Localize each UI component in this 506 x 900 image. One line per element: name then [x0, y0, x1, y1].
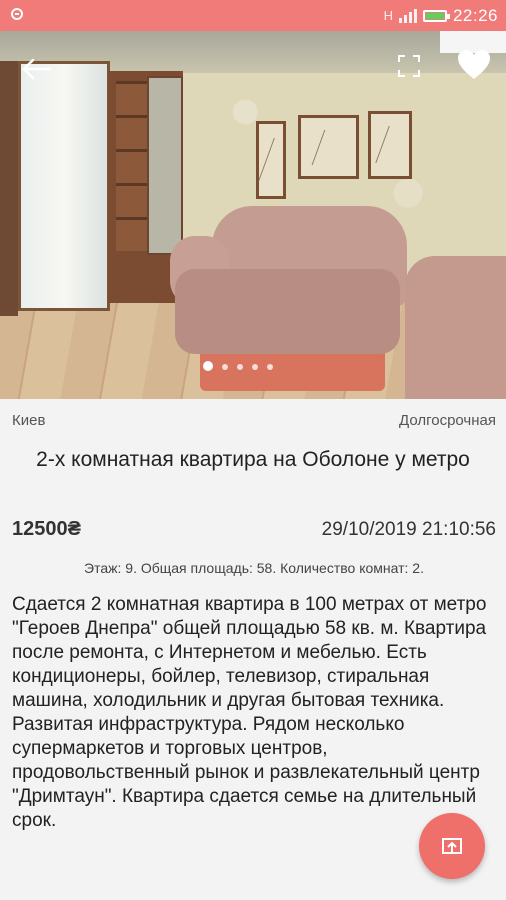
listing-title: 2-х комнатная квартира на Оболоне у метр…: [36, 448, 470, 471]
status-indicators: H 22:26: [384, 0, 498, 31]
gallery-dot[interactable]: [203, 361, 213, 371]
price: 12500₴: [12, 518, 81, 540]
listing-details: Этаж: 9. Общая площадь: 58. Количество к…: [84, 560, 424, 576]
heart-icon[interactable]: [457, 49, 491, 81]
back-arrow-icon[interactable]: [20, 57, 52, 81]
photo-frame: [368, 111, 412, 179]
photo-frame: [298, 115, 359, 179]
listing-photo[interactable]: [0, 31, 506, 399]
listing-description: Сдается 2 комнатная квартира в 100 метра…: [12, 594, 487, 831]
photo-sofa-seat: [175, 269, 400, 354]
city-label: Киев: [12, 412, 46, 429]
share-button[interactable]: [419, 813, 485, 879]
share-icon: [442, 838, 462, 854]
gallery-dot[interactable]: [237, 364, 243, 370]
publish-date: 29/10/2019 21:10:56: [321, 519, 496, 540]
fullscreen-icon[interactable]: [398, 55, 420, 77]
clock: 22:26: [452, 5, 498, 25]
photo-shelf: [0, 61, 18, 316]
signal-icon: [398, 8, 417, 23]
network-type: H: [383, 8, 393, 23]
rent-type-label: Долгосрочная: [399, 412, 496, 429]
photo-armchair: [405, 256, 506, 399]
battery-level: [425, 12, 444, 19]
gallery-dot[interactable]: [222, 364, 228, 370]
photo-cabinet-glass: [147, 76, 183, 255]
price-row: 12500₴ 29/10/2019 21:10:56: [12, 518, 496, 541]
listing-meta: Киев Долгосрочная: [12, 412, 496, 429]
gallery-pagination[interactable]: [203, 361, 273, 371]
status-bar: H 22:26: [0, 0, 506, 31]
notification-icon: [11, 8, 23, 20]
gallery-dot[interactable]: [252, 364, 258, 370]
photo-wardrobe: [18, 61, 110, 311]
battery-icon: [422, 9, 450, 22]
gallery-dot[interactable]: [267, 364, 273, 370]
photo-frame: [256, 121, 286, 199]
